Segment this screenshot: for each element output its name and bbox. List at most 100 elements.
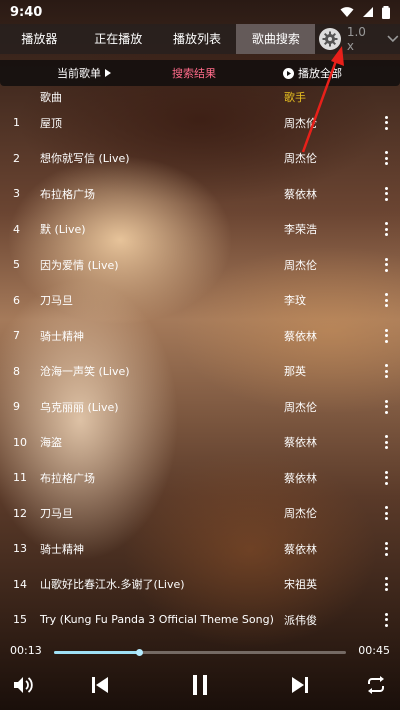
more-options-icon[interactable] [382, 470, 390, 485]
song-title: 骑士精神 [40, 329, 84, 343]
next-button[interactable] [288, 673, 312, 697]
player-controls [0, 670, 400, 700]
song-row[interactable]: 1 屋顶 周杰伦 [0, 105, 400, 141]
status-bar: 9:40 [0, 0, 400, 24]
song-number: 15 [13, 613, 27, 627]
song-artist: 周杰伦 [284, 258, 317, 272]
song-number: 8 [13, 364, 20, 378]
tab-song-search[interactable]: 歌曲搜索 [236, 24, 316, 54]
more-options-icon[interactable] [382, 293, 390, 308]
song-row[interactable]: 3 布拉格广场 蔡依林 [0, 176, 400, 212]
song-artist: 周杰伦 [284, 152, 317, 166]
play-all-button[interactable]: 播放全部 [283, 65, 342, 81]
song-artist: 周杰伦 [284, 116, 317, 130]
song-row[interactable]: 11 布拉格广场 蔡依林 [0, 460, 400, 496]
song-number: 5 [13, 258, 20, 272]
song-number: 13 [13, 542, 27, 556]
progress-fill [54, 651, 139, 654]
more-options-icon[interactable] [382, 222, 390, 237]
song-row[interactable]: 9 乌克丽丽 (Live) 周杰伦 [0, 389, 400, 425]
song-row[interactable]: 5 因为爱情 (Live) 周杰伦 [0, 247, 400, 283]
song-row[interactable]: 2 想你就写信 (Live) 周杰伦 [0, 141, 400, 177]
more-options-icon[interactable] [382, 328, 390, 343]
song-row[interactable]: 14 山歌好比春江水.多谢了(Live) 宋祖英 [0, 567, 400, 603]
song-row[interactable]: 8 沧海一声笑 (Live) 那英 [0, 354, 400, 390]
song-title: 因为爱情 (Live) [40, 258, 119, 272]
more-options-icon[interactable] [382, 541, 390, 556]
search-results-tab[interactable]: 搜索结果 [172, 65, 216, 81]
song-number: 12 [13, 506, 27, 520]
song-artist: 蔡依林 [284, 471, 317, 485]
total-time: 00:45 [358, 644, 390, 657]
song-title: 刀马旦 [40, 507, 73, 521]
chevron-down-icon[interactable] [386, 34, 400, 44]
more-options-icon[interactable] [382, 186, 390, 201]
song-row[interactable]: 4 默 (Live) 李荣浩 [0, 212, 400, 248]
song-row[interactable]: 15 Try (Kung Fu Panda 3 Official Theme So… [0, 602, 400, 638]
pause-button[interactable] [188, 673, 212, 697]
more-options-icon[interactable] [382, 151, 390, 166]
current-playlist-label: 当前歌单 [57, 67, 101, 80]
song-row[interactable]: 7 骑士精神 蔡依林 [0, 318, 400, 354]
more-options-icon[interactable] [382, 577, 390, 592]
more-options-icon[interactable] [382, 506, 390, 521]
repeat-button[interactable] [364, 673, 388, 697]
status-time: 9:40 [10, 4, 43, 20]
song-artist: 蔡依林 [284, 542, 317, 556]
song-artist: 蔡依林 [284, 436, 317, 450]
tab-playlist[interactable]: 播放列表 [158, 24, 237, 54]
song-title: 布拉格广场 [40, 471, 95, 485]
song-number: 1 [13, 116, 20, 130]
song-row[interactable]: 12 刀马旦 周杰伦 [0, 496, 400, 532]
more-options-icon[interactable] [382, 364, 390, 379]
song-artist: 宋祖英 [284, 578, 317, 592]
current-time: 00:13 [10, 644, 42, 657]
more-options-icon[interactable] [382, 399, 390, 414]
song-number: 7 [13, 329, 20, 343]
previous-button[interactable] [88, 673, 112, 697]
current-playlist-button[interactable]: 当前歌单 [57, 65, 111, 81]
battery-icon [382, 5, 390, 19]
song-list: 1 屋顶 周杰伦 2 想你就写信 (Live) 周杰伦 3 布拉格广场 蔡依林 4 默 (Live)… [0, 105, 400, 638]
column-artist-header: 歌手 [284, 91, 306, 104]
song-title: 沧海一声笑 (Live) [40, 365, 130, 379]
song-title: 乌克丽丽 (Live) [40, 400, 119, 414]
progress-knob[interactable] [135, 649, 143, 656]
song-number: 6 [13, 293, 20, 307]
more-options-icon[interactable] [382, 435, 390, 450]
playback-speed[interactable]: 1.0 x [347, 25, 376, 53]
status-icons [340, 5, 390, 19]
song-artist: 蔡依林 [284, 187, 317, 201]
song-title: 默 (Live) [40, 223, 86, 237]
song-title: Try (Kung Fu Panda 3 Official Theme Song… [40, 613, 274, 627]
song-number: 4 [13, 222, 20, 236]
play-circle-icon [283, 67, 294, 79]
more-options-icon[interactable] [382, 257, 390, 272]
top-tab-bar: 播放器 正在播放 播放列表 歌曲搜索 1.0 x [0, 24, 400, 54]
song-row[interactable]: 10 海盗 蔡依林 [0, 425, 400, 461]
song-artist: 周杰伦 [284, 400, 317, 414]
song-row[interactable]: 13 骑士精神 蔡依林 [0, 531, 400, 567]
tab-player[interactable]: 播放器 [0, 24, 79, 54]
song-number: 2 [13, 151, 20, 165]
progress-bar[interactable] [54, 649, 346, 656]
wifi-icon [340, 7, 354, 17]
song-title: 刀马旦 [40, 294, 73, 308]
tab-now-playing[interactable]: 正在播放 [79, 24, 158, 54]
skip-previous-icon [92, 677, 108, 693]
more-options-icon[interactable] [382, 115, 390, 130]
song-artist: 周杰伦 [284, 507, 317, 521]
song-number: 10 [13, 435, 27, 449]
song-artist: 蔡依林 [284, 329, 317, 343]
settings-gear-button[interactable] [319, 28, 341, 50]
pause-icon [193, 675, 207, 695]
song-title: 屋顶 [40, 116, 62, 130]
more-options-icon[interactable] [382, 612, 390, 627]
skip-next-icon [292, 677, 308, 693]
song-artist: 李玟 [284, 294, 306, 308]
song-number: 9 [13, 400, 20, 414]
song-row[interactable]: 6 刀马旦 李玟 [0, 283, 400, 319]
volume-button[interactable] [12, 673, 36, 697]
song-artist: 李荣浩 [284, 223, 317, 237]
song-number: 3 [13, 187, 20, 201]
